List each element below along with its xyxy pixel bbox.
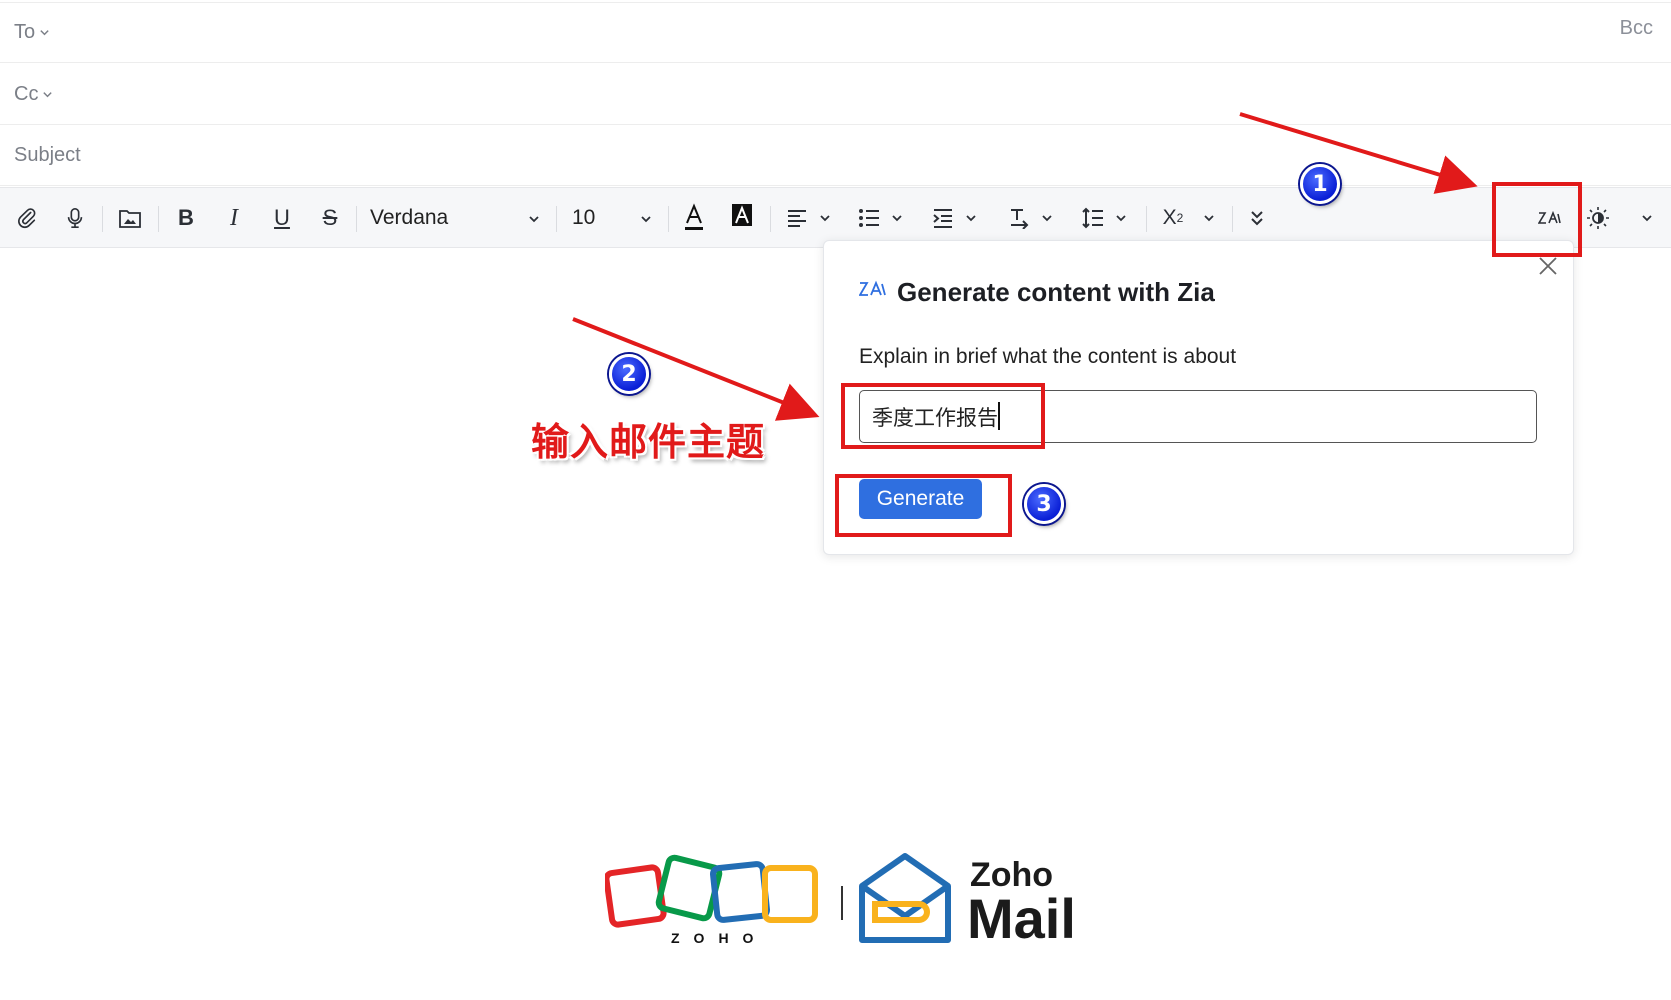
- annotation-text: 输入邮件主题: [531, 420, 766, 464]
- font-family-select[interactable]: Verdana: [370, 202, 540, 234]
- highlight-box-zia: [1492, 182, 1582, 257]
- font-size-value: 10: [572, 206, 596, 229]
- font-family-value: Verdana: [370, 206, 449, 229]
- microphone-icon[interactable]: [60, 202, 90, 234]
- zoho-logo-icon: [605, 854, 818, 928]
- cc-field-label[interactable]: Cc: [14, 83, 53, 106]
- highlight-color-icon[interactable]: [728, 202, 756, 234]
- chevron-down-icon: [529, 216, 539, 223]
- logo-divider: [841, 886, 843, 920]
- underline-icon[interactable]: U: [268, 202, 296, 234]
- strikethrough-icon[interactable]: S: [316, 202, 344, 234]
- mail-product-word: Mail: [967, 887, 1076, 950]
- chevron-down-icon: [641, 216, 651, 223]
- text-color-icon[interactable]: [680, 202, 708, 234]
- popup-title: Generate content with Zia: [897, 277, 1215, 307]
- superscript-icon[interactable]: X2: [1158, 202, 1188, 234]
- subject-placeholder: Subject: [14, 143, 81, 166]
- chevron-down-icon[interactable]: [1640, 202, 1654, 234]
- to-row[interactable]: To Bcc: [0, 2, 1671, 63]
- arrow-step2: [572, 317, 820, 421]
- line-spacing-icon[interactable]: [1080, 202, 1106, 234]
- chevron-down-icon: [43, 91, 53, 97]
- paperclip-icon[interactable]: [12, 202, 42, 234]
- zoho-wordmark: ZOHO: [671, 930, 768, 946]
- font-size-select[interactable]: 10: [572, 202, 652, 234]
- prompt-label: Explain in brief what the content is abo…: [859, 345, 1237, 368]
- chevron-down-icon[interactable]: [890, 202, 904, 234]
- mail-envelope-icon: [859, 853, 951, 943]
- chevron-down-icon[interactable]: [1040, 202, 1054, 234]
- bold-icon[interactable]: B: [172, 202, 200, 234]
- step-badge-3: 3: [1024, 484, 1064, 524]
- step-badge-2: 2: [609, 354, 649, 394]
- text-direction-icon[interactable]: [1006, 202, 1032, 234]
- chevron-down-icon: [40, 30, 49, 36]
- chevron-down-icon[interactable]: [1202, 202, 1216, 234]
- zia-icon: [859, 280, 886, 296]
- close-icon[interactable]: [1537, 255, 1559, 277]
- highlight-box-generate: [835, 474, 1012, 537]
- more-options-icon[interactable]: [1248, 202, 1266, 234]
- align-left-icon[interactable]: [784, 202, 810, 234]
- step-badge-1: 1: [1300, 164, 1340, 204]
- chevron-down-icon[interactable]: [818, 202, 832, 234]
- highlight-box-input: [841, 383, 1045, 449]
- italic-icon[interactable]: I: [220, 202, 248, 234]
- bullet-list-icon[interactable]: [856, 202, 882, 234]
- cc-row[interactable]: Cc: [0, 64, 1671, 125]
- chevron-down-icon[interactable]: [1114, 202, 1128, 234]
- chevron-down-icon[interactable]: [964, 202, 978, 234]
- indent-icon[interactable]: [930, 202, 956, 234]
- theme-toggle-icon[interactable]: [1584, 202, 1612, 234]
- bcc-link[interactable]: Bcc: [1620, 17, 1653, 40]
- formatting-toolbar: B I U S Verdana 10 X2: [0, 187, 1671, 248]
- insert-image-icon[interactable]: [114, 202, 146, 234]
- to-field-label[interactable]: To: [14, 21, 50, 44]
- subject-field[interactable]: Subject: [0, 125, 1671, 186]
